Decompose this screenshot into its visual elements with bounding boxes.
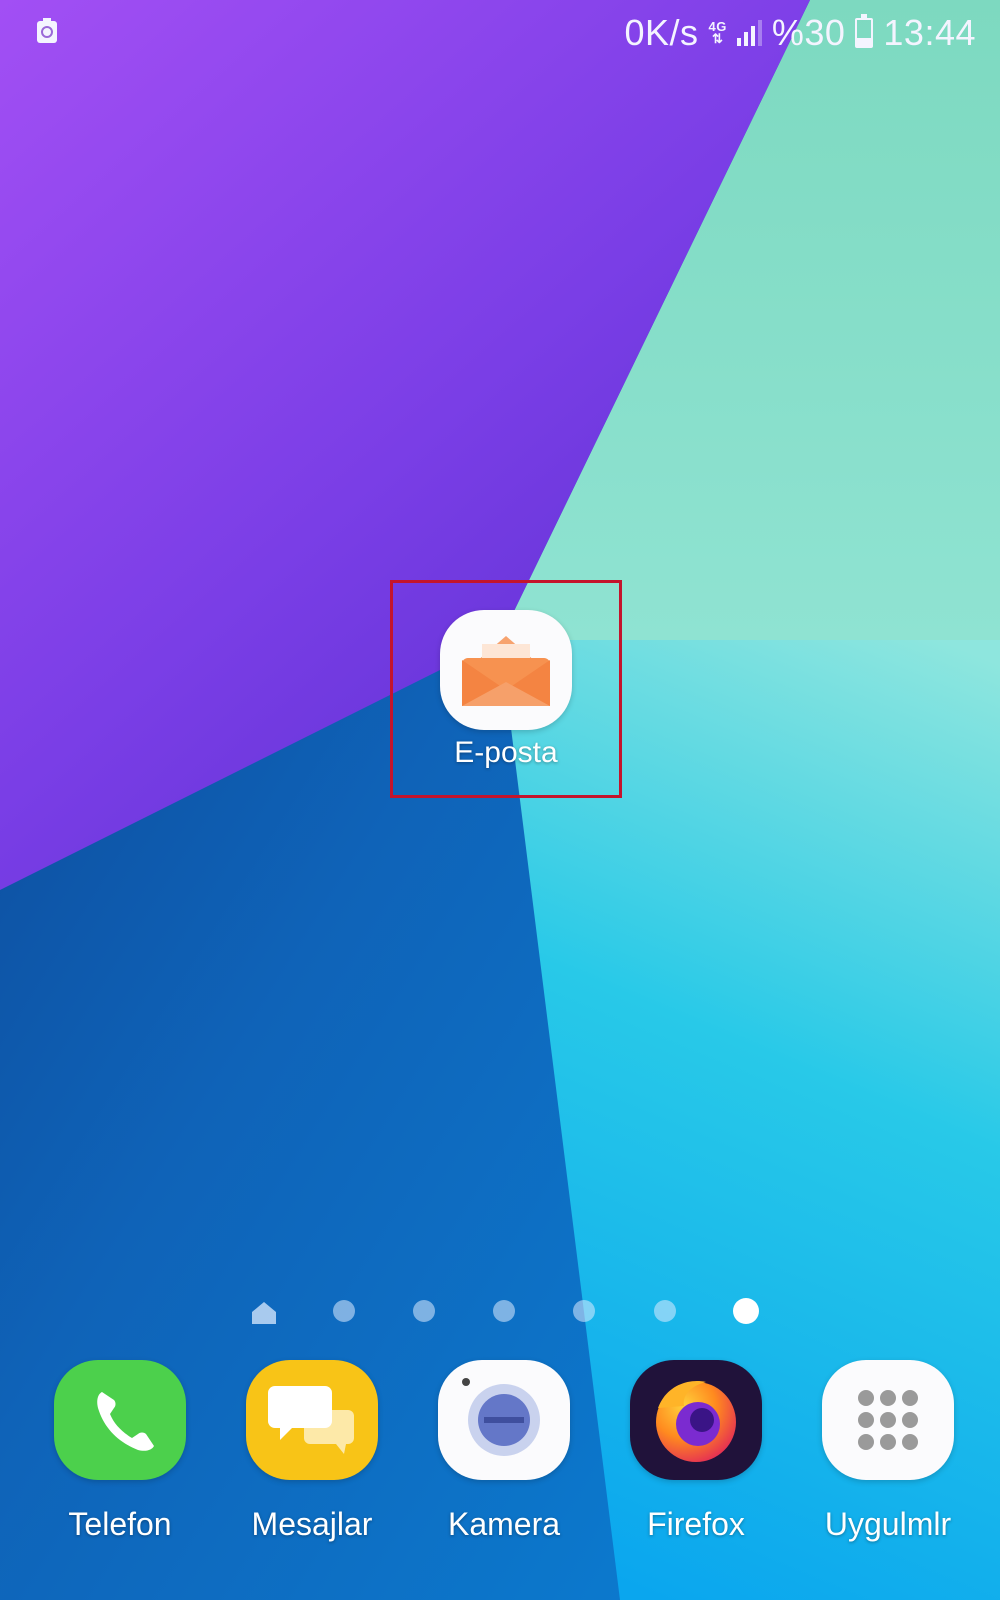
network-speed: 0K/s [624,12,699,53]
firefox-icon[interactable] [630,1360,762,1480]
camera-icon[interactable] [438,1360,570,1480]
page-dot[interactable] [333,1300,355,1322]
email-label: E-posta [454,736,558,769]
dock-app-uygulamalar[interactable]: Uygulmlr [793,1360,983,1542]
signal-icon [736,20,762,46]
apps-grid-icon[interactable] [822,1360,954,1480]
page-dot[interactable] [573,1300,595,1322]
dock-app-label: Kamera [447,1506,561,1542]
battery-percent: %30 [771,12,846,53]
dock-app-label: Telefon [68,1506,172,1542]
battery-icon [855,14,874,48]
dock-app-label: Firefox [647,1506,745,1542]
dock-app-mesajlar[interactable]: Mesajlar [217,1360,407,1542]
status-bar: 0K/s 4G ⇅ %30 13:44 [0,0,1000,66]
recycle-notification-icon [37,18,57,43]
network-type-icon: 4G ⇅ [708,19,727,46]
dock-app-label: Mesajlar [251,1506,373,1542]
page-dot[interactable] [654,1300,676,1322]
messages-icon[interactable] [246,1360,378,1480]
dock-app-telefon[interactable]: Telefon [25,1360,215,1542]
phone-icon[interactable] [54,1360,186,1480]
email-envelope-icon[interactable] [440,610,572,730]
dock-app-firefox[interactable]: Firefox [601,1360,791,1542]
dock-app-label: Uygulmlr [824,1506,952,1542]
home-screen: 0K/s 4G ⇅ %30 13:44 E-posta Telefon Mesa… [0,0,1000,1600]
dock: Telefon Mesajlar Kamera Firefox Uygulmlr [0,1360,1000,1560]
page-indicator[interactable] [0,1296,1000,1326]
home-page-icon[interactable] [250,1300,278,1324]
page-dot[interactable] [413,1300,435,1322]
dock-app-kamera[interactable]: Kamera [409,1360,599,1542]
page-dot-current[interactable] [733,1298,759,1324]
clock: 13:44 [883,12,976,53]
email-shortcut[interactable]: E-posta [390,580,622,798]
page-dot[interactable] [493,1300,515,1322]
